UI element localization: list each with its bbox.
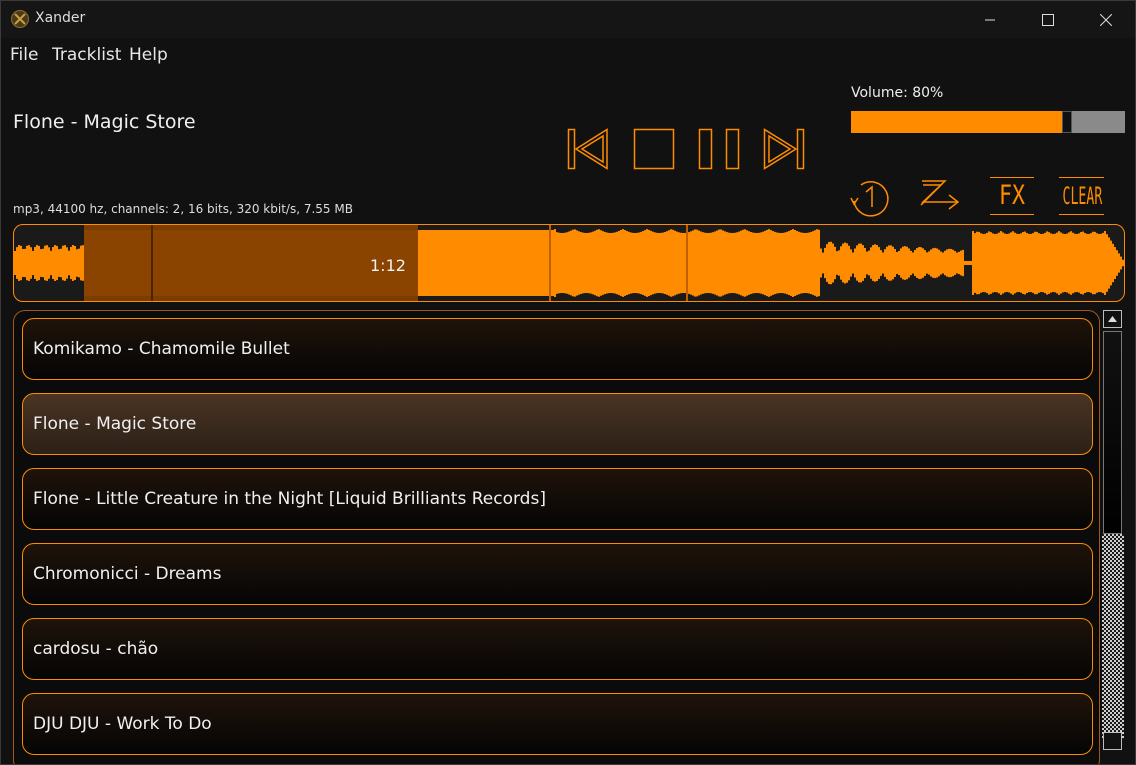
maximize-button[interactable] — [1019, 1, 1077, 38]
next-icon[interactable] — [763, 128, 805, 170]
fx-button[interactable]: FX — [990, 177, 1034, 217]
volume-label: Volume: 80% — [851, 85, 944, 101]
clear-label: CLEAR — [1062, 182, 1103, 210]
scrollbar-track[interactable] — [1102, 534, 1124, 739]
close-button[interactable] — [1077, 1, 1135, 38]
window-title: Xander — [35, 10, 86, 26]
track-title: DJU DJU - Work To Do — [33, 714, 212, 734]
volume-fill — [851, 111, 1067, 133]
arrow-up-icon — [1108, 316, 1117, 322]
minimize-button[interactable] — [961, 1, 1019, 38]
track-item[interactable]: Flone - Little Creature in the Night [Li… — [22, 468, 1093, 530]
pause-icon[interactable] — [698, 128, 740, 170]
waveform-seekbar[interactable]: 1:12 — [13, 224, 1125, 302]
playback-position: 1:12 — [370, 256, 406, 275]
shuffle-icon[interactable] — [917, 176, 963, 218]
previous-icon[interactable] — [567, 128, 609, 170]
scrollbar-thumb[interactable] — [1103, 331, 1122, 534]
clear-button[interactable]: CLEAR — [1059, 177, 1104, 217]
fx-label: FX — [998, 180, 1025, 211]
file-info: mp3, 44100 hz, channels: 2, 16 bits, 320… — [13, 202, 353, 216]
menu-tracklist[interactable]: Tracklist — [52, 45, 121, 65]
track-item[interactable]: cardosu - chão — [22, 618, 1093, 680]
track-title: Flone - Magic Store — [33, 414, 197, 434]
track-item[interactable]: Komikamo - Chamomile Bullet — [22, 318, 1093, 380]
track-title: cardosu - chão — [33, 639, 159, 659]
title-bar[interactable]: Xander — [1, 1, 1135, 38]
waveform-graph — [14, 225, 1124, 301]
scroll-down-button[interactable] — [1103, 732, 1122, 750]
volume-slider[interactable] — [851, 111, 1125, 133]
track-item[interactable]: DJU DJU - Work To Do — [22, 693, 1093, 755]
track-item[interactable]: Chromonicci - Dreams — [22, 543, 1093, 605]
maximize-icon — [1042, 13, 1054, 26]
xander-logo-icon — [11, 10, 29, 28]
close-icon — [1100, 13, 1112, 26]
now-playing-title: Flone - Magic Store — [13, 111, 196, 133]
tracklist: Komikamo - Chamomile Bullet Flone - Magi… — [13, 310, 1100, 764]
arrow-down-icon — [1108, 738, 1117, 744]
stop-icon[interactable] — [633, 128, 675, 170]
menu-bar: File Tracklist Help — [1, 38, 1135, 74]
volume-thumb[interactable] — [1062, 111, 1072, 133]
minimize-icon — [985, 19, 995, 20]
menu-file[interactable]: File — [10, 45, 38, 65]
tracklist-scrollbar[interactable] — [1102, 310, 1124, 755]
track-title: Flone - Little Creature in the Night [Li… — [33, 489, 546, 509]
repeat-one-icon[interactable] — [849, 176, 894, 218]
track-item-active[interactable]: Flone - Magic Store — [22, 393, 1093, 455]
menu-help[interactable]: Help — [129, 45, 168, 65]
track-title: Chromonicci - Dreams — [33, 564, 222, 584]
app-window: Xander File Tracklist Help Flone - Magic… — [0, 0, 1136, 765]
scroll-up-button[interactable] — [1103, 310, 1122, 328]
track-title: Komikamo - Chamomile Bullet — [33, 339, 290, 359]
